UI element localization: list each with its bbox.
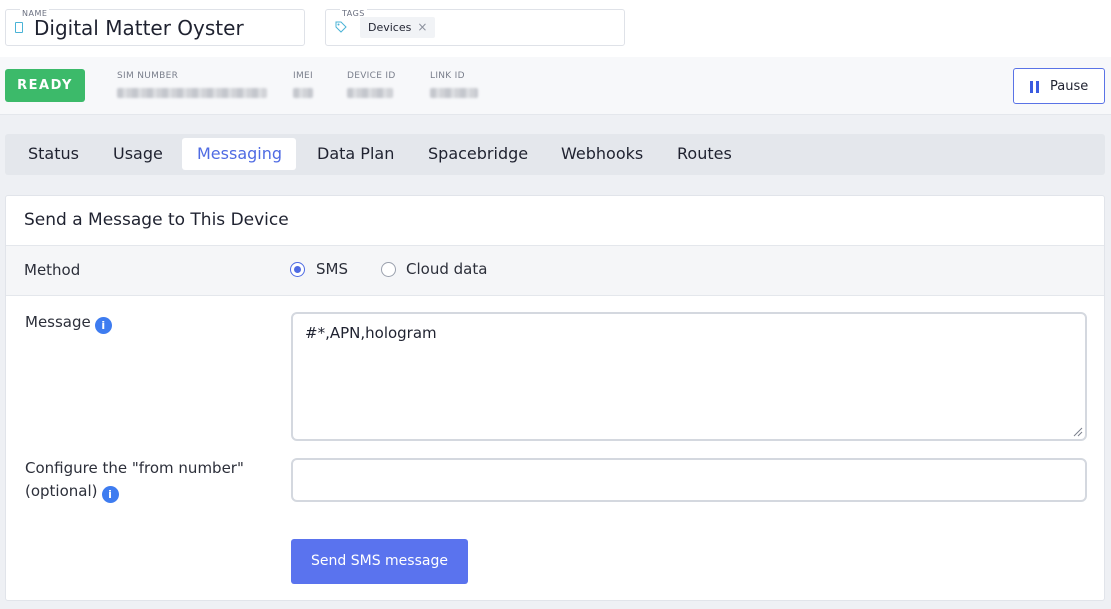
tag-label: Devices	[368, 21, 412, 34]
tag-remove-icon[interactable]: ×	[417, 20, 427, 34]
tag-chip-devices: Devices ×	[360, 17, 436, 38]
link-id-redacted	[430, 88, 478, 98]
tags-field[interactable]: TAGS Devices ×	[325, 9, 625, 46]
message-label-row: Message i	[25, 311, 112, 334]
pause-icon	[1030, 81, 1039, 93]
top-bar: NAME Digital Matter Oyster TAGS Devices ×	[0, 0, 1111, 57]
method-label: Method	[24, 261, 81, 279]
radio-cloud-data-label[interactable]: Cloud data	[406, 260, 487, 278]
imei: IMEI	[293, 71, 313, 98]
info-icon[interactable]: i	[101, 486, 119, 503]
radio-sms-label[interactable]: SMS	[316, 260, 348, 278]
tab-data-plan[interactable]: Data Plan	[302, 138, 409, 170]
tab-routes[interactable]: Routes	[662, 138, 747, 170]
tab-spacebridge[interactable]: Spacebridge	[413, 138, 543, 170]
imei-redacted	[293, 88, 313, 98]
resize-grip-icon[interactable]	[1073, 427, 1083, 437]
pause-button[interactable]: Pause	[1013, 68, 1105, 104]
device-name-field[interactable]: NAME Digital Matter Oyster	[5, 9, 305, 46]
link-id: LINK ID	[430, 71, 478, 98]
from-number-optional: (optional)	[25, 482, 98, 500]
imei-label: IMEI	[293, 71, 313, 81]
tab-usage[interactable]: Usage	[98, 138, 178, 170]
from-number-label-row: Configure the "from number" (optional) i	[25, 457, 244, 503]
message-label: Message	[25, 313, 91, 331]
send-sms-button[interactable]: Send SMS message	[291, 539, 468, 584]
method-row: Method SMS Cloud data	[6, 245, 1104, 296]
device-id: DEVICE ID	[347, 71, 396, 98]
tab-status[interactable]: Status	[13, 138, 94, 170]
pause-label: Pause	[1050, 79, 1089, 94]
sim-number: SIM NUMBER	[117, 71, 267, 98]
radio-sms[interactable]	[290, 262, 305, 277]
device-info-bar: READY SIM NUMBER IMEI DEVICE ID LINK ID …	[0, 57, 1111, 115]
sim-card-icon	[15, 22, 23, 33]
tab-messaging[interactable]: Messaging	[182, 138, 296, 170]
tag-icon	[335, 21, 347, 33]
tab-bar: Status Usage Messaging Data Plan Spacebr…	[5, 134, 1105, 175]
device-name[interactable]: Digital Matter Oyster	[34, 16, 244, 40]
info-icon[interactable]: i	[94, 317, 112, 334]
sim-number-redacted	[117, 88, 267, 98]
tab-webhooks[interactable]: Webhooks	[546, 138, 658, 170]
status-badge: READY	[5, 69, 85, 102]
card-title: Send a Message to This Device	[24, 210, 289, 230]
radio-cloud-data[interactable]	[381, 262, 396, 277]
message-textarea[interactable]: #*,APN,hologram	[291, 312, 1087, 441]
device-id-label: DEVICE ID	[347, 71, 396, 81]
device-id-redacted	[347, 88, 393, 98]
from-number-input[interactable]	[291, 458, 1087, 502]
from-number-label: Configure the "from number"	[25, 459, 244, 477]
link-id-label: LINK ID	[430, 71, 465, 81]
sim-number-label: SIM NUMBER	[117, 71, 179, 81]
send-message-card: Send a Message to This Device Method SMS…	[5, 195, 1105, 601]
